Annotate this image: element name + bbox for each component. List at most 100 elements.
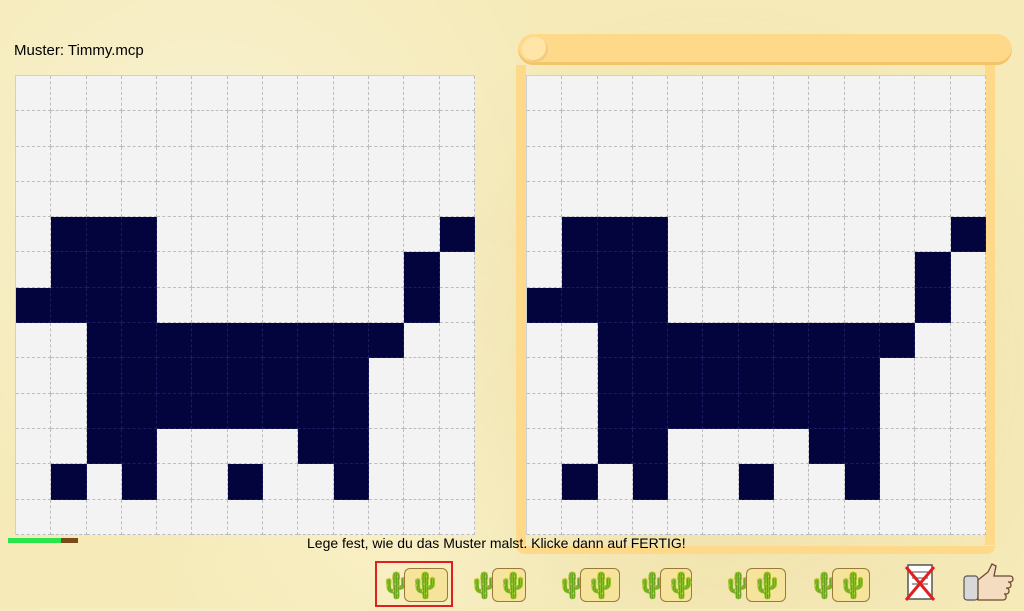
grid-cell[interactable] — [562, 499, 598, 535]
grid-cell[interactable] — [562, 146, 598, 182]
grid-cell[interactable] — [597, 252, 633, 288]
grid-cell[interactable] — [809, 393, 845, 429]
grid-cell[interactable] — [774, 146, 810, 182]
tool-rotate-back[interactable]: 🌵 🌵 — [804, 562, 874, 606]
grid-cell[interactable] — [632, 499, 669, 535]
grid-cell[interactable] — [950, 499, 986, 535]
grid-cell[interactable] — [668, 393, 704, 429]
grid-cell[interactable] — [632, 358, 669, 394]
tool-row-double[interactable]: 🌵 🌵 — [552, 562, 624, 606]
grid-cell[interactable] — [879, 146, 916, 182]
grid-cell[interactable] — [950, 358, 986, 394]
grid-cell[interactable] — [915, 181, 951, 218]
grid-cell[interactable] — [774, 428, 810, 465]
grid-cell[interactable] — [844, 358, 880, 394]
grid-cell[interactable] — [915, 76, 951, 112]
grid-cell[interactable] — [950, 323, 986, 359]
grid-cell[interactable] — [632, 146, 669, 182]
grid-cell[interactable] — [879, 464, 916, 500]
grid-cell[interactable] — [632, 287, 669, 324]
grid-cell[interactable] — [562, 428, 598, 465]
grid-cell[interactable] — [844, 252, 880, 288]
grid-cell[interactable] — [774, 499, 810, 535]
grid-cell[interactable] — [950, 146, 986, 182]
tool-row-right-to-left[interactable]: 🌵 🌵 — [464, 562, 530, 606]
grid-cell[interactable] — [809, 464, 845, 500]
grid-cell[interactable] — [527, 499, 563, 535]
grid-cell[interactable] — [527, 181, 563, 218]
grid-cell[interactable] — [950, 464, 986, 500]
grid-cell[interactable] — [809, 323, 845, 359]
grid-cell[interactable] — [703, 181, 739, 218]
grid-cell[interactable] — [632, 464, 669, 500]
grid-cell[interactable] — [879, 323, 916, 359]
grid-cell[interactable] — [562, 358, 598, 394]
grid-cell[interactable] — [668, 111, 704, 147]
grid-cell[interactable] — [844, 146, 880, 182]
grid-cell[interactable] — [809, 181, 845, 218]
grid-cell[interactable] — [562, 287, 598, 324]
grid-cell[interactable] — [915, 393, 951, 429]
grid-cell[interactable] — [668, 146, 704, 182]
grid-cell[interactable] — [809, 217, 845, 253]
grid-cell[interactable] — [632, 76, 669, 112]
grid-cell[interactable] — [809, 358, 845, 394]
grid-cell[interactable] — [597, 323, 633, 359]
grid-cell[interactable] — [632, 393, 669, 429]
grid-cell[interactable] — [879, 181, 916, 218]
grid-cell[interactable] — [915, 252, 951, 288]
grid-cell[interactable] — [879, 217, 916, 253]
grid-cell[interactable] — [527, 428, 563, 465]
grid-cell[interactable] — [738, 287, 775, 324]
grid-cell[interactable] — [879, 111, 916, 147]
grid-cell[interactable] — [632, 428, 669, 465]
grid-cell[interactable] — [774, 252, 810, 288]
grid-cell[interactable] — [844, 428, 880, 465]
grid-cell[interactable] — [915, 323, 951, 359]
grid-cell[interactable] — [597, 428, 633, 465]
grid-cell[interactable] — [527, 111, 563, 147]
grid-cell[interactable] — [809, 146, 845, 182]
grid-cell[interactable] — [703, 428, 739, 465]
grid-cell[interactable] — [527, 323, 563, 359]
grid-cell[interactable] — [950, 111, 986, 147]
grid-cell[interactable] — [562, 252, 598, 288]
grid-cell[interactable] — [703, 358, 739, 394]
grid-cell[interactable] — [597, 358, 633, 394]
grid-cell[interactable] — [703, 464, 739, 500]
grid-cell[interactable] — [562, 181, 598, 218]
grid-cell[interactable] — [879, 499, 916, 535]
grid-cell[interactable] — [597, 76, 633, 112]
tool-column-down[interactable]: 🌵 🌵 — [632, 562, 697, 606]
grid-cell[interactable] — [879, 287, 916, 324]
grid-cell[interactable] — [879, 76, 916, 112]
grid-cell[interactable] — [738, 111, 775, 147]
grid-cell[interactable] — [879, 428, 916, 465]
grid-cell[interactable] — [915, 217, 951, 253]
grid-cell[interactable] — [527, 358, 563, 394]
grid-cell[interactable] — [597, 464, 633, 500]
tool-row-left-to-right[interactable]: 🌵 🌵 — [375, 561, 453, 607]
grid-cell[interactable] — [668, 323, 704, 359]
grid-cell[interactable] — [774, 393, 810, 429]
grid-cell[interactable] — [597, 146, 633, 182]
grid-cell[interactable] — [774, 111, 810, 147]
grid-cell[interactable] — [774, 181, 810, 218]
grid-cell[interactable] — [738, 181, 775, 218]
grid-cell[interactable] — [809, 111, 845, 147]
grid-cell[interactable] — [632, 323, 669, 359]
grid-cell[interactable] — [668, 76, 704, 112]
grid-cell[interactable] — [809, 499, 845, 535]
grid-cell[interactable] — [527, 287, 563, 324]
grid-cell[interactable] — [879, 252, 916, 288]
grid-cell[interactable] — [703, 499, 739, 535]
grid-cell[interactable] — [809, 76, 845, 112]
grid-cell[interactable] — [597, 499, 633, 535]
grid-cell[interactable] — [668, 287, 704, 324]
grid-cell[interactable] — [703, 393, 739, 429]
grid-cell[interactable] — [844, 323, 880, 359]
grid-cell[interactable] — [703, 217, 739, 253]
grid-cell[interactable] — [703, 111, 739, 147]
grid-cell[interactable] — [527, 252, 563, 288]
grid-cell[interactable] — [632, 252, 669, 288]
